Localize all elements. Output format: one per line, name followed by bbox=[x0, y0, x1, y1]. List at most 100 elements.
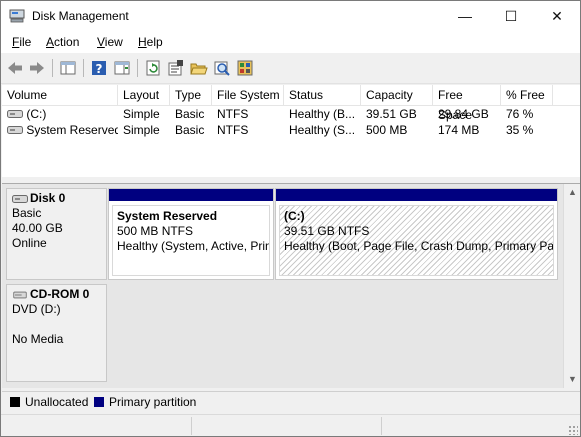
partition-status: Healthy (Boot, Page File, Crash Dump, Pr… bbox=[284, 239, 554, 253]
scroll-up-icon[interactable]: ▲ bbox=[564, 184, 580, 201]
table-row[interactable]: (C:) Simple Basic NTFS Healthy (B... 39.… bbox=[2, 106, 580, 122]
file-system-cell: NTFS bbox=[217, 123, 249, 137]
vertical-scrollbar[interactable]: ▲ ▼ bbox=[563, 184, 580, 388]
status-cell: Healthy (B... bbox=[289, 107, 356, 121]
action-pane-icon[interactable] bbox=[113, 59, 131, 77]
menu-action-accesskey: A bbox=[46, 35, 55, 49]
status-cell: Healthy (S... bbox=[289, 123, 356, 137]
capacity-cell: 500 MB bbox=[366, 123, 408, 137]
menu-view-label: iew bbox=[104, 35, 123, 49]
column-header-percent-free[interactable]: % Free bbox=[501, 85, 553, 105]
disk-type: DVD (D:) bbox=[12, 302, 61, 316]
maximize-button[interactable]: ☐ bbox=[488, 1, 534, 31]
toolbar-separator bbox=[137, 59, 138, 77]
layout-cell: Simple bbox=[123, 107, 160, 121]
toolbar-separator bbox=[52, 59, 53, 77]
table-row[interactable]: System Reserved Simple Basic NTFS Health… bbox=[2, 122, 580, 138]
svg-text:?: ? bbox=[96, 62, 103, 76]
status-pane bbox=[191, 417, 382, 435]
layout-cell: Simple bbox=[123, 123, 160, 137]
properties-icon[interactable] bbox=[167, 59, 185, 77]
column-header-file-system[interactable]: File System bbox=[212, 85, 284, 105]
volume-list: Volume Layout Type File System Status Ca… bbox=[2, 85, 580, 177]
forward-icon[interactable] bbox=[28, 59, 46, 77]
primary-partition-bar bbox=[109, 189, 273, 201]
rescan-icon[interactable] bbox=[213, 59, 231, 77]
unallocated-swatch bbox=[10, 397, 20, 407]
volume-name: (C:) bbox=[26, 107, 47, 121]
minimize-button[interactable]: — bbox=[442, 1, 488, 31]
percent-free-cell: 76 % bbox=[506, 107, 534, 121]
volume-list-header: Volume Layout Type File System Status Ca… bbox=[2, 85, 580, 122]
menu-view[interactable]: View bbox=[97, 35, 123, 49]
menu-file-label: ile bbox=[19, 35, 32, 49]
partition-title: System Reserved bbox=[117, 209, 218, 223]
status-pane bbox=[1, 417, 192, 435]
disk-state: Online bbox=[12, 236, 47, 250]
primary-partition-bar bbox=[276, 189, 557, 201]
volume-name: System Reserved bbox=[26, 123, 118, 137]
type-cell: Basic bbox=[175, 107, 205, 121]
resize-grip-icon[interactable] bbox=[568, 425, 578, 435]
percent-free-cell: 35 % bbox=[506, 123, 534, 137]
title-bar: Disk Management — ☐ ✕ bbox=[1, 1, 580, 31]
disk-name: Disk 0 bbox=[30, 191, 66, 205]
free-space-cell: 29.84 GB bbox=[438, 107, 489, 121]
column-header-free-space[interactable]: Free Space bbox=[433, 85, 501, 122]
menu-file[interactable]: File bbox=[12, 35, 31, 49]
partition-status: Healthy (System, Active, Prin bbox=[117, 239, 270, 253]
drive-icon bbox=[7, 126, 23, 134]
disk-icon bbox=[12, 194, 28, 203]
disk-name: CD-ROM 0 bbox=[30, 287, 90, 301]
status-bar bbox=[1, 414, 580, 436]
column-header-capacity[interactable]: Capacity bbox=[361, 85, 433, 105]
close-button[interactable]: ✕ bbox=[534, 1, 580, 31]
legend-primary-partition: Primary partition bbox=[109, 395, 197, 409]
menu-view-accesskey: V bbox=[97, 35, 105, 49]
column-header-volume[interactable]: Volume bbox=[2, 85, 118, 105]
primary-partition-swatch bbox=[94, 397, 104, 407]
volume-cell: System Reserved bbox=[2, 122, 118, 138]
menu-action-label: ction bbox=[54, 35, 80, 49]
drive-icon bbox=[7, 110, 23, 118]
column-header-status[interactable]: Status bbox=[284, 85, 361, 105]
partition-body: System Reserved 500 MB NTFS Healthy (Sys… bbox=[112, 205, 270, 276]
capacity-cell: 39.51 GB bbox=[366, 107, 417, 121]
legend-unallocated: Unallocated bbox=[25, 395, 89, 409]
column-header-layout[interactable]: Layout bbox=[118, 85, 170, 105]
menu-action[interactable]: Action bbox=[46, 35, 79, 49]
cdrom-0-label[interactable]: CD-ROM 0 DVD (D:) No Media bbox=[6, 284, 107, 382]
scroll-down-icon[interactable]: ▼ bbox=[564, 371, 580, 388]
back-icon[interactable] bbox=[6, 59, 24, 77]
menu-help[interactable]: Help bbox=[138, 35, 163, 49]
volume-cell: (C:) bbox=[2, 106, 118, 122]
disk-graphical-view: Disk 0 Basic 40.00 GB Online System Rese… bbox=[2, 183, 580, 388]
disk-size: 40.00 GB bbox=[12, 221, 63, 235]
cdrom-icon bbox=[13, 291, 27, 299]
export-icon[interactable] bbox=[236, 59, 254, 77]
partition-title: (C:) bbox=[284, 209, 305, 223]
partition-size-fs: 500 MB NTFS bbox=[117, 224, 194, 238]
console-tree-icon[interactable] bbox=[59, 59, 77, 77]
partition-c[interactable]: (C:) 39.51 GB NTFS Healthy (Boot, Page F… bbox=[275, 188, 558, 280]
free-space-cell: 174 MB bbox=[438, 123, 480, 137]
toolbar: ? bbox=[1, 53, 580, 84]
column-header-type[interactable]: Type bbox=[170, 85, 212, 105]
window-title: Disk Management bbox=[32, 9, 129, 23]
menu-bar: File Action View Help bbox=[1, 31, 580, 53]
legend: Unallocated Primary partition bbox=[2, 391, 580, 414]
partition-body: (C:) 39.51 GB NTFS Healthy (Boot, Page F… bbox=[279, 205, 554, 276]
open-icon[interactable] bbox=[190, 59, 208, 77]
partition-size-fs: 39.51 GB NTFS bbox=[284, 224, 370, 238]
toolbar-separator bbox=[83, 59, 84, 77]
menu-help-label: elp bbox=[146, 35, 163, 49]
refresh-icon[interactable] bbox=[144, 59, 162, 77]
menu-help-accesskey: H bbox=[138, 35, 147, 49]
partition-system-reserved[interactable]: System Reserved 500 MB NTFS Healthy (Sys… bbox=[108, 188, 274, 280]
disk-0-label[interactable]: Disk 0 Basic 40.00 GB Online bbox=[6, 188, 107, 280]
disk-type: Basic bbox=[12, 206, 42, 220]
disk-management-icon bbox=[9, 9, 25, 23]
disk-media: No Media bbox=[12, 332, 64, 346]
disk-management-window: Disk Management — ☐ ✕ File Action View H… bbox=[0, 0, 581, 437]
help-icon[interactable]: ? bbox=[90, 59, 108, 77]
